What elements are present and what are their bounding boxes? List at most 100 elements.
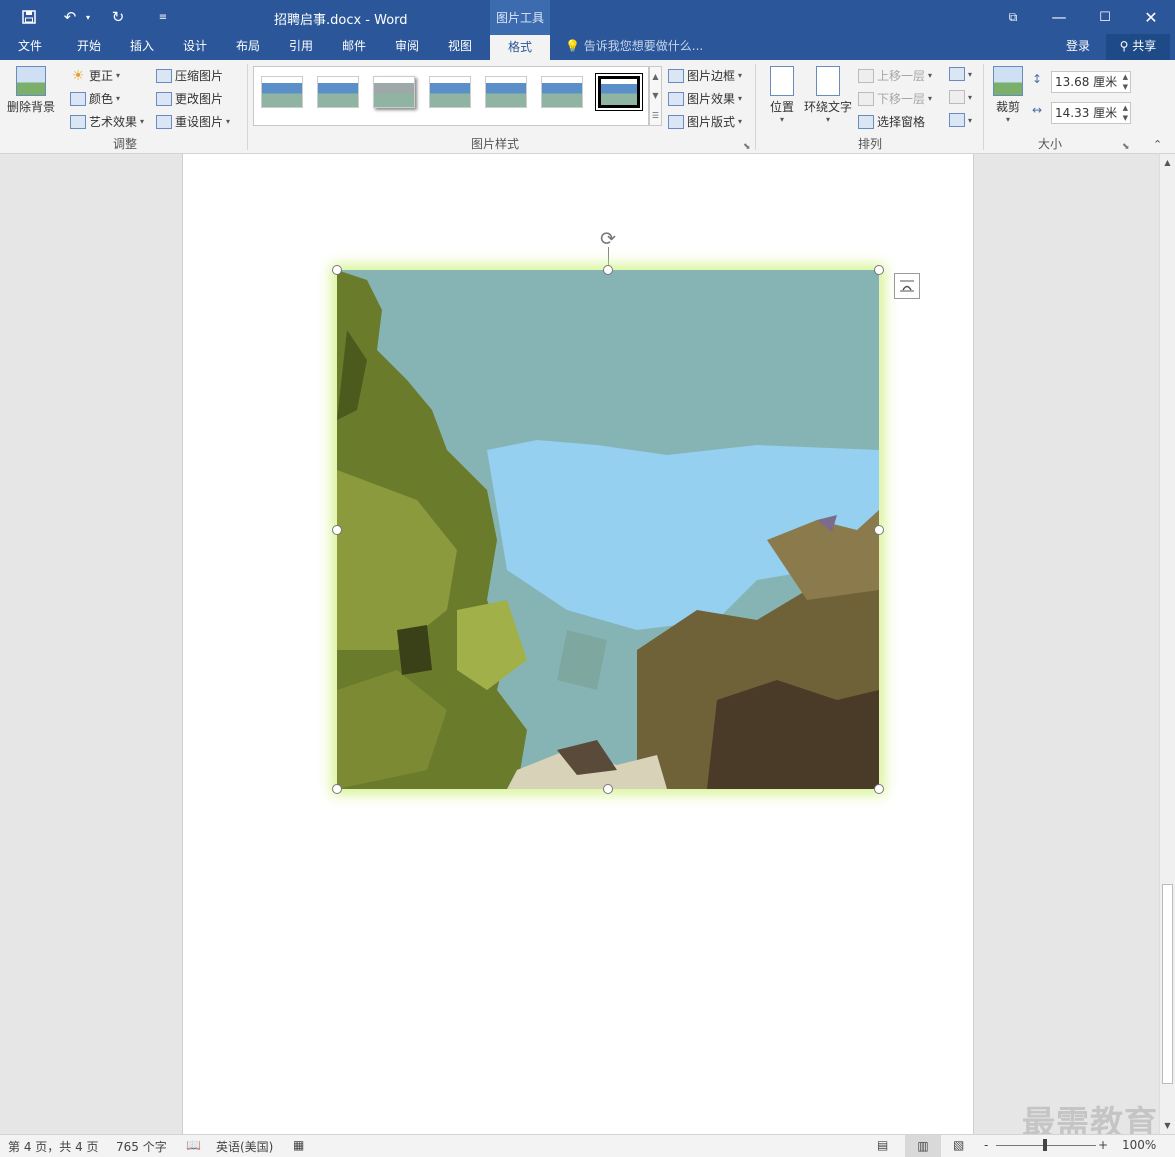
maximize-icon[interactable]: ☐: [1082, 0, 1128, 34]
zoom-slider-thumb[interactable]: [1043, 1139, 1047, 1151]
style-thumb[interactable]: [317, 76, 359, 108]
picture-effects-button[interactable]: 图片效果 ▾: [668, 90, 742, 107]
resize-handle[interactable]: [874, 525, 884, 535]
minimize-icon[interactable]: —: [1036, 0, 1082, 34]
rotate-handle-icon[interactable]: ⟳: [600, 228, 616, 250]
tab-format[interactable]: 格式: [490, 34, 550, 60]
resize-handle[interactable]: [332, 265, 342, 275]
scroll-down-icon[interactable]: ▼: [1161, 1119, 1174, 1132]
proofing-icon[interactable]: 📖: [186, 1138, 201, 1152]
tab-review[interactable]: 审阅: [382, 34, 432, 60]
group-divider: [247, 64, 248, 150]
compress-icon: [156, 68, 172, 83]
gallery-more-icon[interactable]: ☰: [652, 111, 659, 120]
dropdown-icon: ▾: [968, 69, 973, 79]
style-thumb[interactable]: [429, 76, 471, 108]
tab-file[interactable]: 文件: [6, 34, 54, 60]
wrap-text-button[interactable]: 环绕文字 ▾: [803, 66, 853, 124]
bring-forward-button[interactable]: 上移一层 ▾: [858, 67, 932, 84]
collapse-ribbon-icon[interactable]: ⌃: [1153, 138, 1162, 151]
scroll-down-icon[interactable]: ▼: [652, 91, 658, 100]
resize-handle[interactable]: [332, 525, 342, 535]
spinner-arrows-icon[interactable]: ▲ ▼: [1123, 103, 1128, 123]
align-button[interactable]: ▾: [949, 67, 972, 81]
tab-view[interactable]: 视图: [435, 34, 485, 60]
gallery-scroll[interactable]: ▲ ▼ ☰: [649, 66, 662, 126]
dialog-launcher-icon[interactable]: ⬊: [1122, 142, 1130, 152]
send-backward-button[interactable]: 下移一层 ▾: [858, 90, 932, 107]
tab-mailings[interactable]: 邮件: [329, 34, 379, 60]
dropdown-icon: ▾: [968, 115, 973, 125]
web-layout-icon[interactable]: ▧: [953, 1138, 964, 1152]
group-icon: [949, 90, 965, 104]
style-thumb[interactable]: [373, 76, 415, 108]
picture-border-button[interactable]: 图片边框 ▾: [668, 67, 742, 84]
share-button[interactable]: ⚲ 共享: [1106, 34, 1170, 60]
layout-options-icon: [900, 280, 914, 292]
scroll-up-icon[interactable]: ▲: [652, 72, 658, 81]
scroll-thumb[interactable]: [1162, 884, 1173, 1084]
layout-options-button[interactable]: [894, 273, 920, 299]
selected-picture[interactable]: [337, 270, 879, 789]
artistic-effects-button[interactable]: 艺术效果 ▾: [70, 113, 144, 130]
status-bar: 第 4 页，共 4 页 765 个字 📖 英语(美国) ▦ ▤ ▥ ▧ - + …: [0, 1134, 1175, 1157]
word-count[interactable]: 765 个字: [116, 1138, 167, 1155]
reset-picture-button[interactable]: 重设图片 ▾: [156, 113, 230, 130]
zoom-level[interactable]: 100%: [1122, 1138, 1156, 1152]
style-thumb[interactable]: [541, 76, 583, 108]
page-count[interactable]: 第 4 页，共 4 页: [8, 1138, 99, 1155]
dropdown-icon: ▾: [1005, 115, 1010, 124]
tab-design[interactable]: 设计: [170, 34, 220, 60]
color-button[interactable]: 颜色 ▾: [70, 90, 120, 107]
resize-handle[interactable]: [603, 784, 613, 794]
language[interactable]: 英语(美国): [216, 1138, 273, 1155]
style-thumb[interactable]: [485, 76, 527, 108]
selection-pane-label: 选择窗格: [877, 115, 926, 129]
ribbon-format: 删除背景 ☀ 更正 ▾ 颜色 ▾ 艺术效果 ▾ 压缩图片 更改图片 重设图片 ▾ 调整 ▲…: [0, 60, 1175, 154]
ribbon-display-icon[interactable]: ⧉: [990, 0, 1036, 34]
tell-me-box[interactable]: 💡 告诉我您想要做什么...: [565, 34, 703, 60]
dropdown-icon: ▾: [968, 92, 973, 102]
dropdown-icon: ▾: [928, 71, 933, 80]
scroll-up-icon[interactable]: ▲: [1161, 156, 1174, 169]
macro-icon[interactable]: ▦: [293, 1138, 304, 1152]
close-icon[interactable]: ✕: [1128, 0, 1174, 34]
dialog-launcher-icon[interactable]: ⬊: [743, 142, 751, 152]
zoom-in-button[interactable]: +: [1098, 1138, 1108, 1152]
lightbulb-icon: 💡: [565, 39, 580, 53]
print-layout-icon[interactable]: ▥: [905, 1135, 941, 1157]
compress-pictures-button[interactable]: 压缩图片: [156, 67, 223, 84]
compress-label: 压缩图片: [175, 69, 224, 83]
tab-home[interactable]: 开始: [64, 34, 114, 60]
style-thumb[interactable]: [261, 76, 303, 108]
change-picture-button[interactable]: 更改图片: [156, 90, 223, 107]
resize-handle[interactable]: [332, 784, 342, 794]
corrections-button[interactable]: ☀ 更正 ▾: [70, 67, 120, 84]
redo-icon[interactable]: ↻: [103, 0, 133, 34]
zoom-out-button[interactable]: -: [984, 1138, 988, 1152]
resize-handle[interactable]: [874, 784, 884, 794]
customize-qat-icon[interactable]: ≡: [148, 0, 178, 34]
vertical-scrollbar[interactable]: ▲ ▼: [1159, 154, 1175, 1134]
share-label: 共享: [1132, 39, 1157, 53]
group-objects-button[interactable]: ▾: [949, 90, 972, 104]
remove-background-button[interactable]: 删除背景: [5, 66, 57, 115]
save-icon[interactable]: [14, 0, 44, 34]
tab-insert[interactable]: 插入: [117, 34, 167, 60]
picture-layout-button[interactable]: 图片版式 ▾: [668, 113, 742, 130]
height-input[interactable]: 13.68 厘米 ▲ ▼: [1051, 71, 1131, 93]
style-thumb-selected[interactable]: [598, 76, 640, 108]
tab-layout[interactable]: 布局: [223, 34, 273, 60]
crop-button[interactable]: 裁剪 ▾: [990, 66, 1026, 124]
resize-handle[interactable]: [874, 265, 884, 275]
tab-references[interactable]: 引用: [276, 34, 326, 60]
resize-handle[interactable]: [603, 265, 613, 275]
selection-pane-button[interactable]: 选择窗格: [858, 113, 925, 130]
undo-dropdown-icon[interactable]: ▾: [80, 0, 96, 34]
spinner-arrows-icon[interactable]: ▲ ▼: [1123, 72, 1128, 92]
rotate-button[interactable]: ▾: [949, 113, 972, 127]
read-mode-icon[interactable]: ▤: [877, 1138, 888, 1152]
position-button[interactable]: 位置 ▾: [764, 66, 800, 124]
width-input[interactable]: 14.33 厘米 ▲ ▼: [1051, 102, 1131, 124]
login-link[interactable]: 登录: [1066, 34, 1090, 60]
